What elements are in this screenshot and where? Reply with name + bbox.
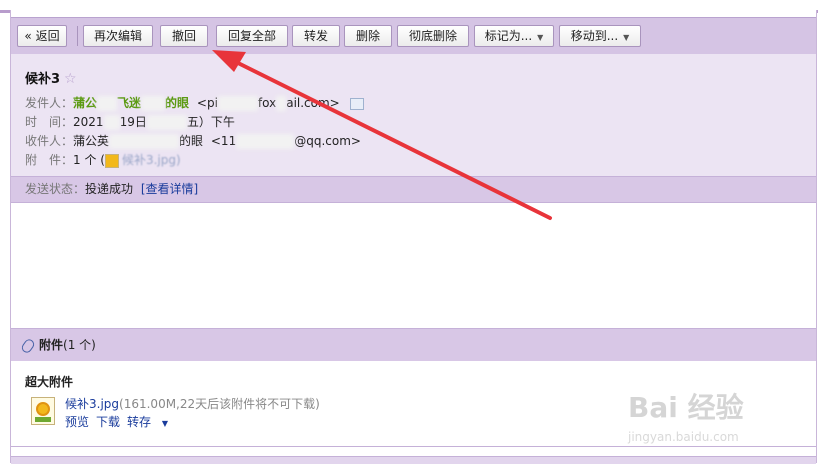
star-icon[interactable]: ☆ bbox=[64, 71, 77, 87]
subject-text: 候补3 bbox=[25, 72, 61, 87]
redaction bbox=[103, 115, 120, 130]
send-status-bar: 发送状态：投递成功 [查看详情] bbox=[11, 176, 816, 203]
view-details-link[interactable]: [查看详情] bbox=[141, 182, 198, 196]
redaction bbox=[236, 134, 295, 149]
attach-count: 1 个 ( bbox=[73, 153, 105, 167]
time-row: 时 间：2021 19日 五）下午 bbox=[25, 113, 235, 130]
contact-card-icon[interactable] bbox=[349, 97, 364, 110]
to-name-start[interactable]: 蒲公英 bbox=[73, 134, 109, 148]
chevron-down-icon: ▼ bbox=[623, 33, 630, 42]
from-email-mid: fox bbox=[257, 96, 277, 110]
to-name-end[interactable]: 的眼 bbox=[179, 134, 203, 148]
time-value-start: 2021 bbox=[73, 115, 104, 129]
mark-as-dropdown[interactable]: 标记为... ▼ bbox=[474, 25, 554, 47]
attachment-file: 候补3.jpg(161.00M,22天后该附件将不可下载) bbox=[65, 395, 320, 412]
image-file-icon bbox=[104, 153, 119, 168]
time-value-end: 五）下午 bbox=[186, 115, 235, 129]
attachments-header: 附件(1 个) bbox=[11, 328, 816, 362]
from-name-mid[interactable]: 飞迷 bbox=[117, 96, 141, 110]
reply-all-button[interactable]: 回复全部 bbox=[216, 25, 288, 47]
attach-file-link[interactable]: 候补3.jpg) bbox=[122, 153, 181, 167]
to-row: 收件人：蒲公英 的眼 <11 @qq.com> bbox=[25, 132, 361, 149]
attach-label: 附 件： bbox=[25, 153, 74, 167]
chevron-down-icon: ▼ bbox=[161, 419, 169, 428]
save-to-link[interactable]: 转存 ▼ bbox=[127, 415, 175, 429]
save-to-label: 转存 bbox=[127, 415, 152, 429]
attachments-count: (1 个) bbox=[63, 338, 96, 352]
paperclip-icon bbox=[19, 336, 37, 355]
back-button[interactable]: « 返回 bbox=[17, 25, 67, 47]
baidu-watermark: Bai 经验 bbox=[628, 391, 744, 424]
redaction bbox=[146, 115, 187, 130]
from-label: 发件人： bbox=[25, 96, 74, 110]
mark-as-label: 标记为... bbox=[484, 29, 533, 43]
from-name-end[interactable]: 的眼 bbox=[165, 96, 189, 110]
baidu-watermark-url: jingyan.baidu.com bbox=[628, 430, 739, 444]
redaction bbox=[217, 96, 258, 111]
to-email-start: <11 bbox=[210, 134, 237, 148]
delete-button[interactable]: 删除 bbox=[344, 25, 392, 47]
delete-forever-button[interactable]: 彻底删除 bbox=[397, 25, 469, 47]
send-status-value: 投递成功 bbox=[85, 182, 134, 196]
toolbar-divider bbox=[77, 26, 78, 46]
large-attachment-title: 超大附件 bbox=[25, 375, 74, 389]
sun-shape bbox=[36, 402, 50, 416]
move-to-dropdown[interactable]: 移动到... ▼ bbox=[559, 25, 641, 47]
from-email-end: ail.com> bbox=[286, 96, 340, 110]
attachment-actions: 预览 下载 转存 ▼ bbox=[65, 413, 182, 430]
time-value-mid: 19日 bbox=[119, 115, 147, 129]
attachments-title: 附件 bbox=[39, 338, 64, 352]
attachment-file-name[interactable]: 候补3.jpg bbox=[65, 397, 119, 411]
attach-row: 附 件：1 个 ( 候补3.jpg) bbox=[25, 151, 181, 168]
from-name-start[interactable]: 蒲公 bbox=[73, 96, 97, 110]
redaction bbox=[141, 96, 166, 111]
sunflower-image-icon[interactable] bbox=[31, 397, 55, 425]
to-email-end: @qq.com> bbox=[294, 134, 361, 148]
preview-link[interactable]: 预览 bbox=[65, 415, 89, 429]
reedit-button[interactable]: 再次编辑 bbox=[83, 25, 153, 47]
time-label: 时 间： bbox=[25, 115, 74, 129]
download-link[interactable]: 下载 bbox=[96, 415, 120, 429]
redaction bbox=[109, 134, 180, 149]
from-email-start: <pi bbox=[196, 96, 218, 110]
send-status-label: 发送状态： bbox=[25, 182, 86, 196]
to-label: 收件人： bbox=[25, 134, 74, 148]
redaction bbox=[276, 96, 287, 111]
mail-toolbar: « 返回 再次编辑 撤回 回复全部 转发 删除 彻底删除 标记为... ▼ 移动到… bbox=[11, 17, 816, 55]
chevron-down-icon: ▼ bbox=[537, 33, 544, 42]
move-to-label: 移动到... bbox=[570, 29, 619, 43]
grass-shape bbox=[35, 417, 51, 422]
mail-header: 候补3 ☆ 发件人：蒲公 飞迷 的眼 <pi fox ail.com> 时 间：2021 1… bbox=[11, 54, 816, 176]
from-row: 发件人：蒲公 飞迷 的眼 <pi fox ail.com> bbox=[25, 94, 364, 111]
redaction bbox=[97, 96, 118, 111]
recall-button[interactable]: 撤回 bbox=[160, 25, 208, 47]
attachment-file-meta: (161.00M,22天后该附件将不可下载) bbox=[119, 397, 320, 411]
mail-subject: 候补3 ☆ bbox=[25, 68, 77, 87]
forward-button[interactable]: 转发 bbox=[292, 25, 340, 47]
